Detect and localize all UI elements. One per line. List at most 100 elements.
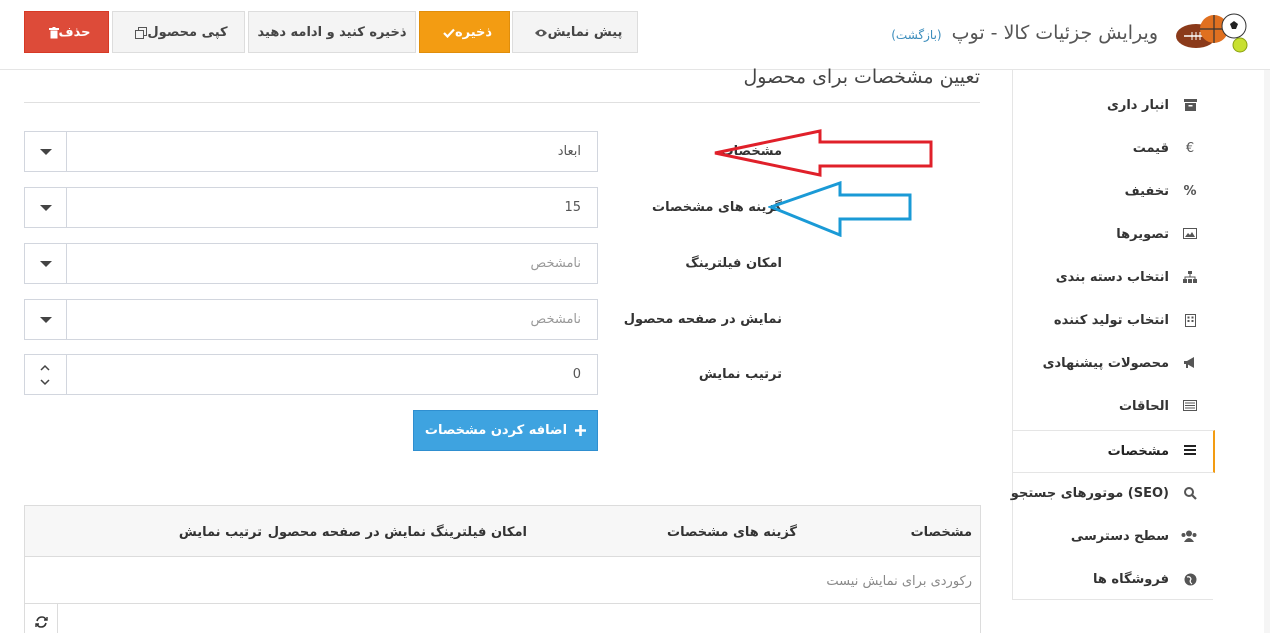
dropdown-toggle[interactable] [25, 188, 67, 227]
blue-annotation-arrow [768, 181, 912, 237]
percent-icon: % [1183, 184, 1197, 199]
search-icon [1183, 487, 1197, 501]
eye-icon [534, 29, 547, 36]
plus-icon [575, 425, 587, 436]
building-icon [1183, 314, 1197, 328]
euro-icon: € [1185, 141, 1195, 156]
show-on-product-page-placeholder: نامشخص [530, 312, 581, 327]
sidebar-item-label: (SEO) موتورهای جستجو [1010, 486, 1169, 501]
column-header[interactable]: مشخصات [911, 525, 972, 540]
sidebar-item-label: قیمت [1132, 141, 1169, 156]
dropdown-toggle[interactable] [25, 132, 67, 171]
sidebar-item-manufacturer[interactable]: انتخاب تولید کننده [1013, 300, 1213, 343]
sidebar-item-label: انتخاب دسته بندی [1055, 270, 1169, 285]
chevron-down-icon[interactable] [40, 377, 50, 387]
caret-down-icon [40, 205, 52, 211]
sidebar-item-label: تصویرها [1116, 227, 1169, 242]
grid-header: مشخصات گزینه های مشخصات امکان فیلترینگ ن… [25, 506, 980, 557]
caret-down-icon [40, 149, 52, 155]
sidebar-item-label: مشخصات [1107, 444, 1169, 459]
allow-filtering-label: امکان فیلترینگ [685, 256, 782, 271]
number-stepper[interactable] [25, 355, 67, 394]
page-title: ویرایش جزئیات کالا - توپ (بازگشت) [891, 22, 1158, 44]
sidebar-item-images[interactable]: تصویرها [1013, 214, 1213, 257]
scrollbar[interactable] [1264, 70, 1270, 633]
show-on-product-page-select[interactable]: نامشخص [24, 299, 598, 340]
delete-button[interactable]: حذف [24, 11, 109, 53]
section-title: تعیین مشخصات برای محصول [743, 66, 980, 88]
sidebar-item-category[interactable]: انتخاب دسته بندی [1013, 257, 1213, 300]
sitemap-icon [1183, 271, 1197, 285]
column-header[interactable]: گزینه های مشخصات [667, 525, 797, 540]
attribute-value: ابعاد [557, 144, 581, 159]
add-attribute-label: اضافه کردن مشخصات [424, 423, 568, 438]
sidebar-item-specifications[interactable]: مشخصات [1013, 430, 1215, 473]
list-alt-icon [1183, 400, 1197, 414]
attribute-option-value: 15 [564, 200, 581, 215]
sports-balls-logo [1176, 13, 1248, 53]
allow-filtering-select[interactable]: نامشخص [24, 243, 598, 284]
sidebar-item-seo[interactable]: (SEO) موتورهای جستجو [1010, 473, 1213, 516]
dropdown-toggle[interactable] [25, 244, 67, 283]
sidebar-item-label: الحاقات [1118, 399, 1169, 414]
show-on-product-page-label: نمایش در صفحه محصول [623, 312, 782, 327]
save-label: ذخیره [454, 25, 493, 40]
list-icon [1183, 445, 1197, 459]
refresh-icon [34, 615, 48, 628]
product-edit-sidebar: انبار داری € قیمت % تخفیف تصویرها انتخاب… [1010, 70, 1215, 602]
add-attribute-button[interactable]: اضافه کردن مشخصات [413, 410, 598, 451]
save-button[interactable]: ذخیره [419, 11, 510, 53]
display-order-input[interactable]: 0 [24, 354, 598, 395]
users-icon [1181, 530, 1197, 544]
preview-button[interactable]: پیش نمایش [512, 11, 638, 53]
attribute-option-select[interactable]: 15 [24, 187, 598, 228]
image-icon [1183, 228, 1197, 242]
column-header[interactable]: امکان فیلترینگ [430, 525, 527, 540]
attribute-select[interactable]: ابعاد [24, 131, 598, 172]
chevron-up-icon[interactable] [40, 363, 50, 373]
save-continue-label: ذخیره کنید و ادامه دهید [257, 25, 407, 40]
red-annotation-arrow [714, 129, 933, 177]
empty-message: رکوردی برای نمایش نیست [826, 574, 972, 589]
column-header[interactable]: نمایش در صفحه محصول [268, 525, 426, 540]
sidebar-item-label: انبار داری [1106, 98, 1169, 113]
display-order-label: ترتیب نمایش [698, 367, 782, 382]
globe-icon [1183, 573, 1197, 587]
copy-product-button[interactable]: کپی محصول [112, 11, 245, 53]
column-header[interactable]: ترتیب نمایش [179, 525, 262, 540]
grid-footer [25, 603, 980, 633]
sidebar-item-label: تخفیف [1124, 184, 1169, 199]
preview-label: پیش نمایش [547, 25, 623, 40]
attribute-option-label: گزینه های مشخصات [652, 200, 782, 215]
back-link[interactable]: (بازگشت) [891, 28, 941, 42]
sidebar-item-label: سطح دسترسی [1070, 529, 1169, 544]
sidebar-item-inventory[interactable]: انبار داری [1013, 85, 1213, 128]
section-divider [24, 102, 980, 103]
sidebar-item-label: فروشگاه ها [1092, 572, 1169, 587]
page-header: ویرایش جزئیات کالا - توپ (بازگشت) پیش نم… [0, 0, 1270, 70]
save-continue-button[interactable]: ذخیره کنید و ادامه دهید [248, 11, 416, 53]
sidebar-item-stores[interactable]: فروشگاه ها [1013, 559, 1213, 602]
sidebar-item-discount[interactable]: % تخفیف [1013, 171, 1213, 214]
sidebar-item-price[interactable]: € قیمت [1013, 128, 1213, 171]
caret-down-icon [40, 261, 52, 267]
sidebar-item-label: محصولات پیشنهادی [1042, 356, 1169, 371]
dropdown-toggle[interactable] [25, 300, 67, 339]
allow-filtering-placeholder: نامشخص [530, 256, 581, 271]
sidebar-item-access-level[interactable]: سطح دسترسی [1013, 516, 1213, 559]
bullhorn-icon [1183, 357, 1197, 371]
archive-icon [1183, 99, 1197, 113]
check-icon [443, 28, 455, 38]
display-order-value: 0 [572, 367, 581, 382]
copy-icon [135, 26, 148, 39]
refresh-button[interactable] [25, 604, 58, 633]
trash-icon [48, 26, 59, 38]
sidebar-item-attachments[interactable]: الحاقات [1013, 386, 1213, 429]
delete-label: حذف [58, 25, 91, 40]
caret-down-icon [40, 317, 52, 323]
sidebar-item-suggested-products[interactable]: محصولات پیشنهادی [1013, 343, 1213, 386]
page-title-text: ویرایش جزئیات کالا - توپ [951, 22, 1158, 44]
copy-product-label: کپی محصول [147, 25, 228, 40]
sidebar-item-label: انتخاب تولید کننده [1053, 313, 1169, 328]
attributes-grid: مشخصات گزینه های مشخصات امکان فیلترینگ ن… [24, 505, 981, 633]
